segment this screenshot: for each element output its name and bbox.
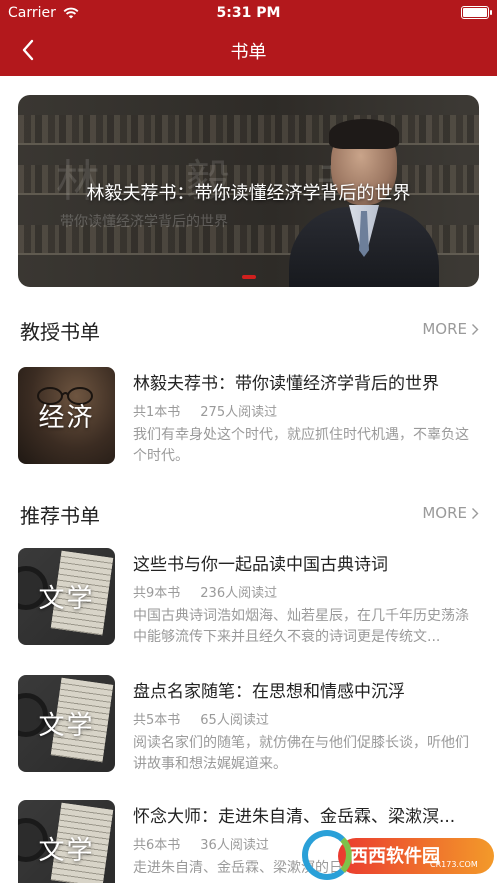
book-cover-thumbnail: 文学 xyxy=(18,548,115,645)
more-label: MORE xyxy=(422,320,467,338)
chevron-right-icon xyxy=(472,507,479,519)
item-title: 盘点名家随笔：在思想和情感中沉浮 xyxy=(133,682,405,702)
read-count: 236人阅读过 xyxy=(200,586,278,601)
book-cover-thumbnail: 文学 xyxy=(18,675,115,772)
item-title: 怀念大师：走进朱自清、金岳霖、梁漱溟... xyxy=(133,807,456,827)
app-header: Carrier 5:31 PM 书单 xyxy=(0,0,497,76)
more-button[interactable]: MORE xyxy=(422,320,479,338)
book-count: 共1本书 xyxy=(133,405,181,420)
read-count: 275人阅读过 xyxy=(200,405,278,420)
more-button[interactable]: MORE xyxy=(422,504,479,522)
list-item[interactable]: 经济 林毅夫荐书：带你读懂经济学背后的世界 共1本书 275人阅读过 我们有幸身… xyxy=(18,367,479,467)
banner-background-subtitle: 带你读懂经济学背后的世界 xyxy=(60,214,228,230)
banner-caption: 林毅夫荐书：带你读懂经济学背后的世界 xyxy=(86,183,411,204)
item-description: 阅读名家们的随笔，就仿佛在与他们促膝长谈，听他们讲故事和想法娓娓道来。 xyxy=(133,735,469,772)
watermark-text: 西西软件园 xyxy=(350,846,440,867)
item-title: 这些书与你一起品读中国古典诗词 xyxy=(133,555,388,575)
thumb-category: 文学 xyxy=(38,584,95,614)
read-count: 65人阅读过 xyxy=(200,713,269,728)
item-meta: 共9本书 236人阅读过 xyxy=(133,582,277,601)
item-meta: 共5本书 65人阅读过 xyxy=(133,709,269,728)
status-bar: Carrier 5:31 PM xyxy=(0,0,497,26)
item-description: 中国古典诗词浩如烟海、灿若星辰，在几千年历史荡涤中能够流传下来并且经久不衰的诗词… xyxy=(133,608,469,645)
section-header-recommended: 推荐书单 MORE xyxy=(18,500,479,528)
book-count: 共9本书 xyxy=(133,586,181,601)
page-dot-active xyxy=(241,275,256,279)
more-label: MORE xyxy=(422,504,467,522)
read-count: 36人阅读过 xyxy=(200,838,269,853)
status-time: 5:31 PM xyxy=(216,5,281,21)
list-item[interactable]: 文学 这些书与你一起品读中国古典诗词 共9本书 236人阅读过 中国古典诗词浩如… xyxy=(18,548,479,648)
battery-icon xyxy=(461,6,492,19)
list-item[interactable]: 文学 盘点名家随笔：在思想和情感中沉浮 共5本书 65人阅读过 阅读名家们的随笔… xyxy=(18,675,479,775)
section-header-professor: 教授书单 MORE xyxy=(18,316,479,344)
banner-page-indicator xyxy=(18,275,479,279)
nav-bar: 书单 xyxy=(0,30,497,70)
section-title: 推荐书单 xyxy=(20,504,100,528)
thumb-category: 文学 xyxy=(38,711,95,741)
chevron-right-icon xyxy=(472,323,479,335)
book-cover-thumbnail: 文学 xyxy=(18,800,115,883)
book-cover-thumbnail: 经济 xyxy=(18,367,115,464)
watermark-logo: 西西软件园 CR173.COM xyxy=(300,826,497,883)
item-description: 我们有幸身处这个时代，就应抓住时代机遇，不辜负这个时代。 xyxy=(133,427,469,464)
book-count: 共5本书 xyxy=(133,713,181,728)
book-count: 共6本书 xyxy=(133,838,181,853)
item-meta: 共1本书 275人阅读过 xyxy=(133,401,277,420)
item-meta: 共6本书 36人阅读过 xyxy=(133,834,269,853)
thumb-category: 文学 xyxy=(38,836,95,866)
section-title: 教授书单 xyxy=(20,320,100,344)
item-title: 林毅夫荐书：带你读懂经济学背后的世界 xyxy=(133,374,439,394)
watermark-subtext: CR173.COM xyxy=(430,860,478,869)
thumb-category: 经济 xyxy=(38,403,95,433)
page-title: 书单 xyxy=(230,42,267,63)
featured-banner[interactable]: 林 毅 夫 带你读懂经济学背后的世界 林毅夫荐书：带你读懂经济学背后的世界 xyxy=(18,95,479,287)
